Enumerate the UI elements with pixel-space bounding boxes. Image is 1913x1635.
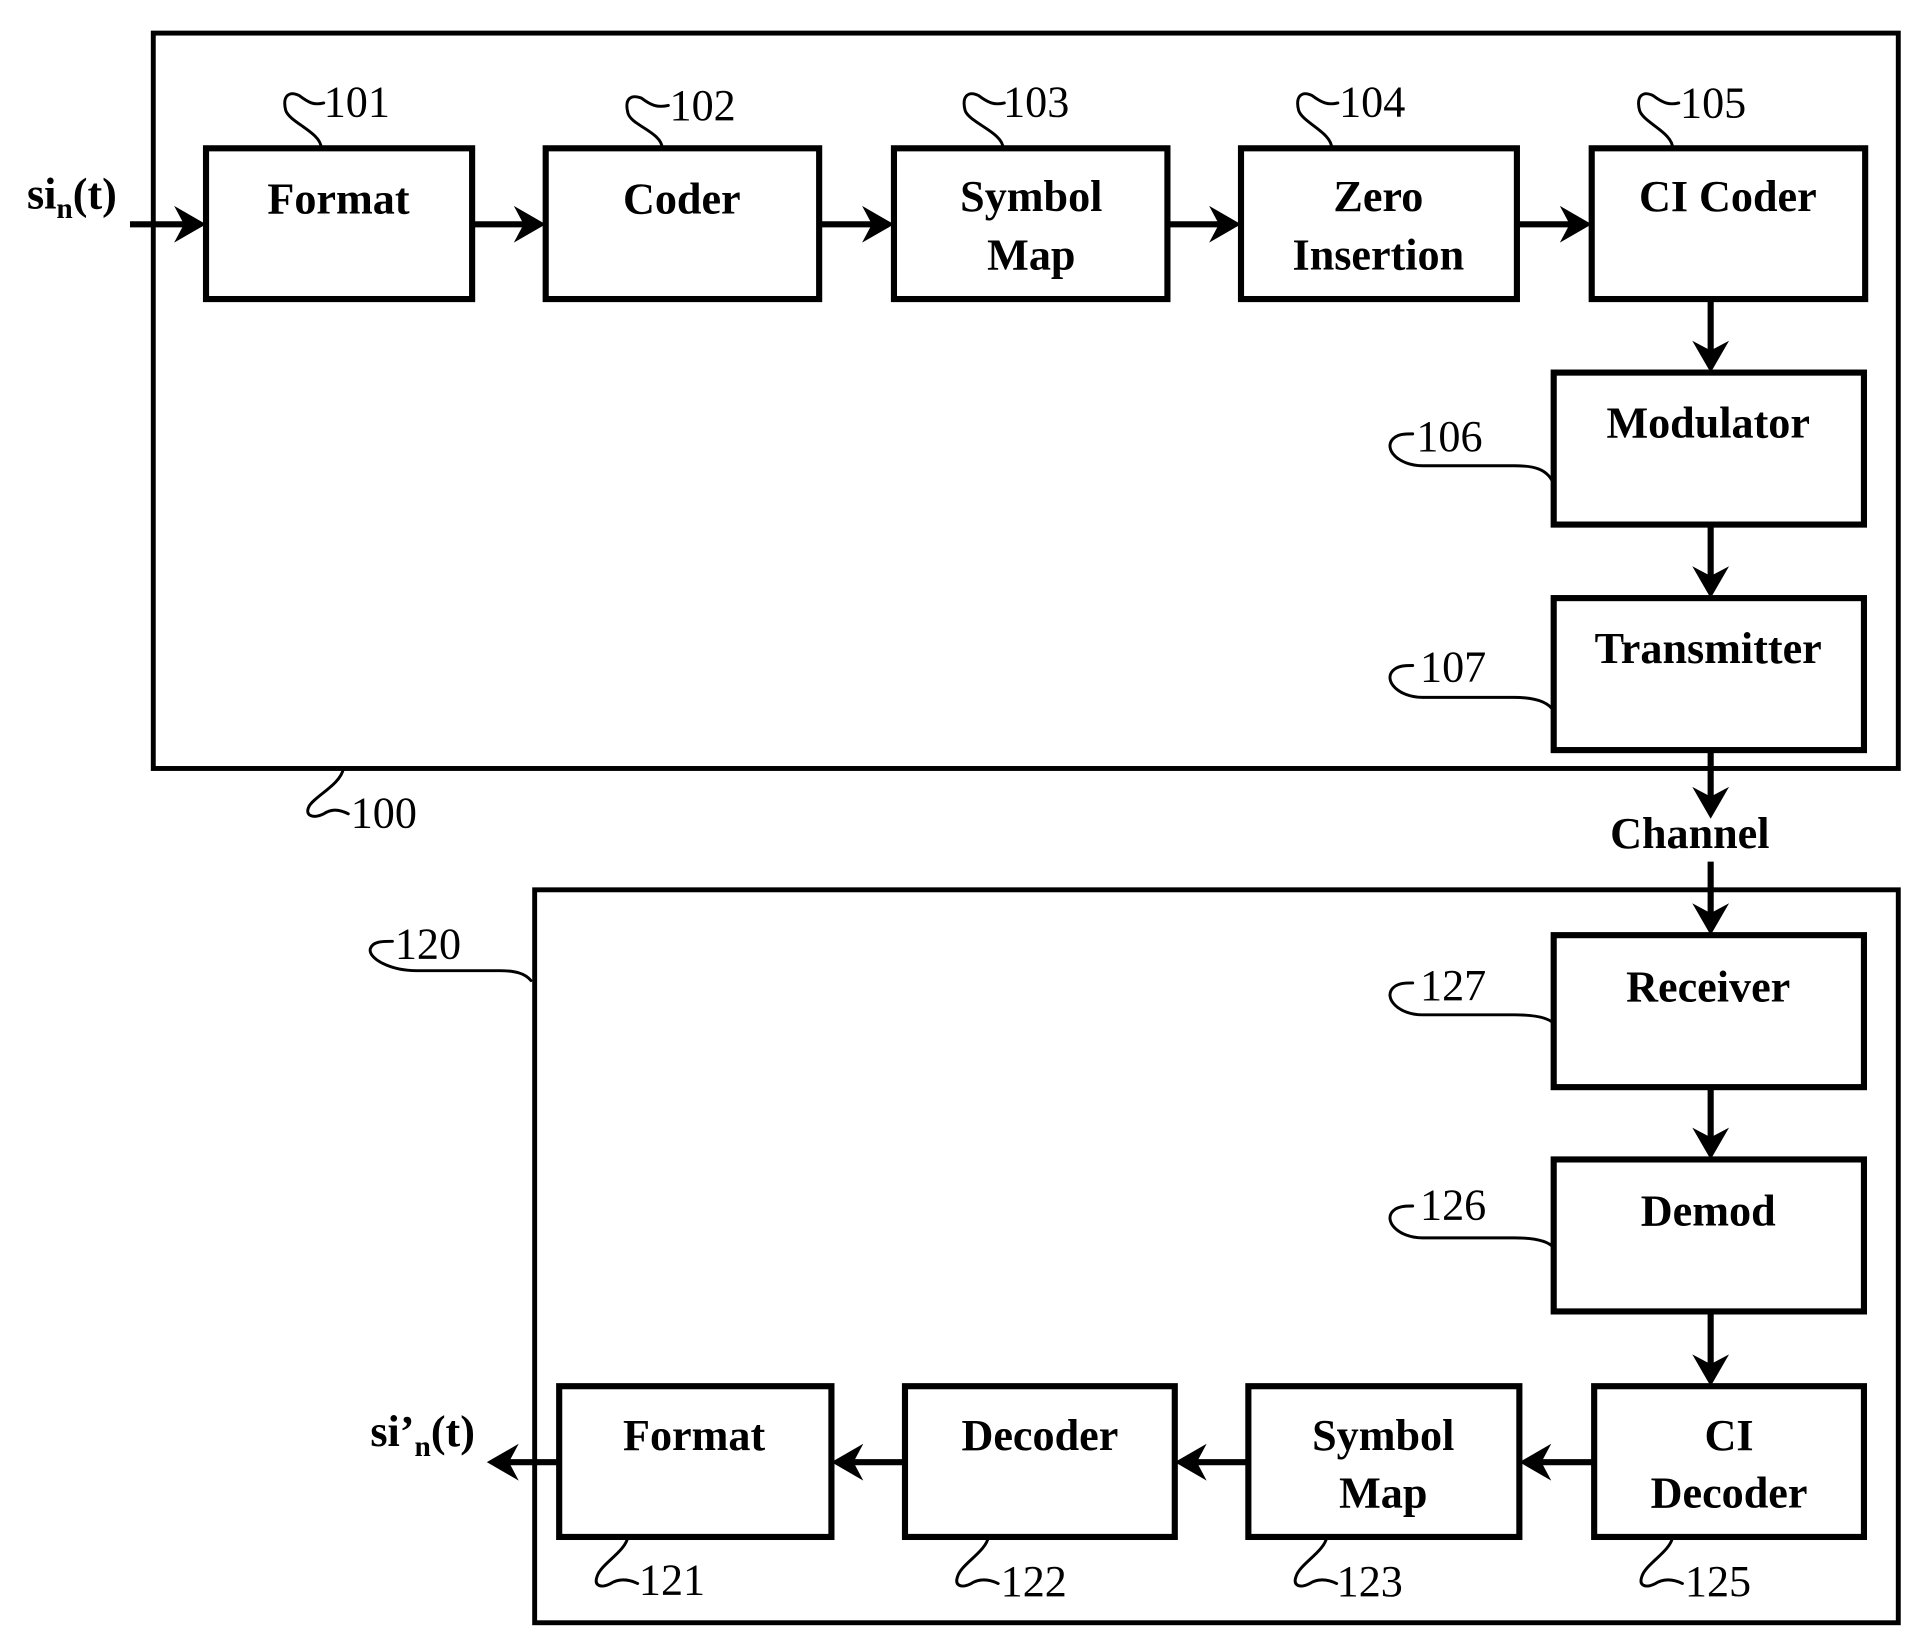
block-106-label: Modulator	[1606, 399, 1810, 448]
leader-121-icon	[594, 1535, 640, 1588]
block-122-decoder: Decoder	[901, 1383, 1178, 1541]
ref-107: 107	[1420, 642, 1486, 691]
block-106-modulator: Modulator	[1550, 369, 1868, 528]
block-125-ci-decoder: CI Decoder	[1591, 1383, 1868, 1541]
ref-102: 102	[670, 81, 736, 130]
leader-123-icon	[1293, 1535, 1339, 1588]
leader-103-icon	[962, 92, 1006, 150]
block-105-ci-coder: CI Coder	[1588, 145, 1869, 303]
output-signal-label: si’n(t)	[370, 1407, 475, 1463]
block-125-label-line1: CI	[1705, 1411, 1754, 1460]
block-102-label: Coder	[623, 174, 741, 223]
leader-125-icon	[1639, 1535, 1684, 1588]
block-102-coder: Coder	[542, 145, 823, 303]
ref-121: 121	[639, 1556, 705, 1605]
ref-123: 123	[1337, 1557, 1403, 1606]
block-123-label-line2: Map	[1339, 1469, 1427, 1518]
block-104-label-line1: Zero	[1333, 172, 1423, 221]
ref-106: 106	[1416, 412, 1482, 461]
leader-104-icon	[1296, 92, 1340, 150]
ref-100: 100	[351, 788, 417, 837]
leader-100-icon	[306, 767, 350, 818]
input-signal-label: sin(t)	[27, 169, 117, 225]
ref-122: 122	[1001, 1557, 1067, 1606]
block-103-label-line2: Map	[987, 231, 1075, 280]
ref-120: 120	[395, 919, 461, 968]
leader-105-icon	[1637, 92, 1681, 150]
block-125-label-line2: Decoder	[1651, 1469, 1808, 1518]
output-signal-suffix: (t)	[431, 1407, 475, 1456]
block-107-label: Transmitter	[1595, 624, 1822, 673]
ref-126: 126	[1420, 1181, 1486, 1230]
block-103-label-line1: Symbol	[960, 172, 1102, 221]
output-signal-base: si’	[370, 1407, 414, 1456]
block-127-label: Receiver	[1626, 962, 1790, 1011]
block-103-symbol-map: Symbol Map	[890, 145, 1171, 303]
block-101-format: Format	[202, 145, 476, 303]
leader-101-icon	[283, 92, 326, 150]
block-121-format: Format	[556, 1383, 835, 1541]
ref-127: 127	[1420, 961, 1486, 1010]
input-signal-base: si	[27, 169, 56, 218]
block-126-label: Demod	[1641, 1187, 1776, 1236]
output-signal-subscript: n	[414, 1431, 430, 1463]
leader-102-icon	[625, 95, 670, 150]
ref-101: 101	[324, 77, 390, 126]
block-126-demod: Demod	[1550, 1156, 1868, 1315]
svg-text:sin(t): sin(t)	[27, 169, 117, 225]
input-signal-subscript: n	[56, 193, 72, 225]
channel-label: Channel	[1610, 809, 1769, 858]
block-107-transmitter: Transmitter	[1550, 595, 1868, 754]
block-121-label: Format	[623, 1411, 765, 1460]
input-signal-suffix: (t)	[73, 169, 117, 218]
ref-105: 105	[1680, 79, 1746, 128]
block-105-label: CI Coder	[1639, 172, 1817, 221]
block-123-label-line1: Symbol	[1312, 1411, 1454, 1460]
ref-125: 125	[1685, 1557, 1751, 1606]
block-122-label: Decoder	[961, 1411, 1118, 1460]
leader-122-icon	[955, 1535, 1000, 1588]
svg-text:si’n(t): si’n(t)	[370, 1407, 475, 1463]
block-104-label-line2: Insertion	[1293, 231, 1465, 280]
ref-103: 103	[1003, 77, 1069, 126]
block-diagram: sin(t) Format Coder Symbol Map Zero Inse…	[27, 30, 1901, 1626]
block-101-label: Format	[267, 174, 409, 223]
ref-104: 104	[1339, 77, 1405, 126]
block-123-symbol-map: Symbol Map	[1245, 1383, 1523, 1541]
block-104-zero-insertion: Zero Insertion	[1237, 145, 1520, 303]
block-127-receiver: Receiver	[1550, 932, 1868, 1091]
